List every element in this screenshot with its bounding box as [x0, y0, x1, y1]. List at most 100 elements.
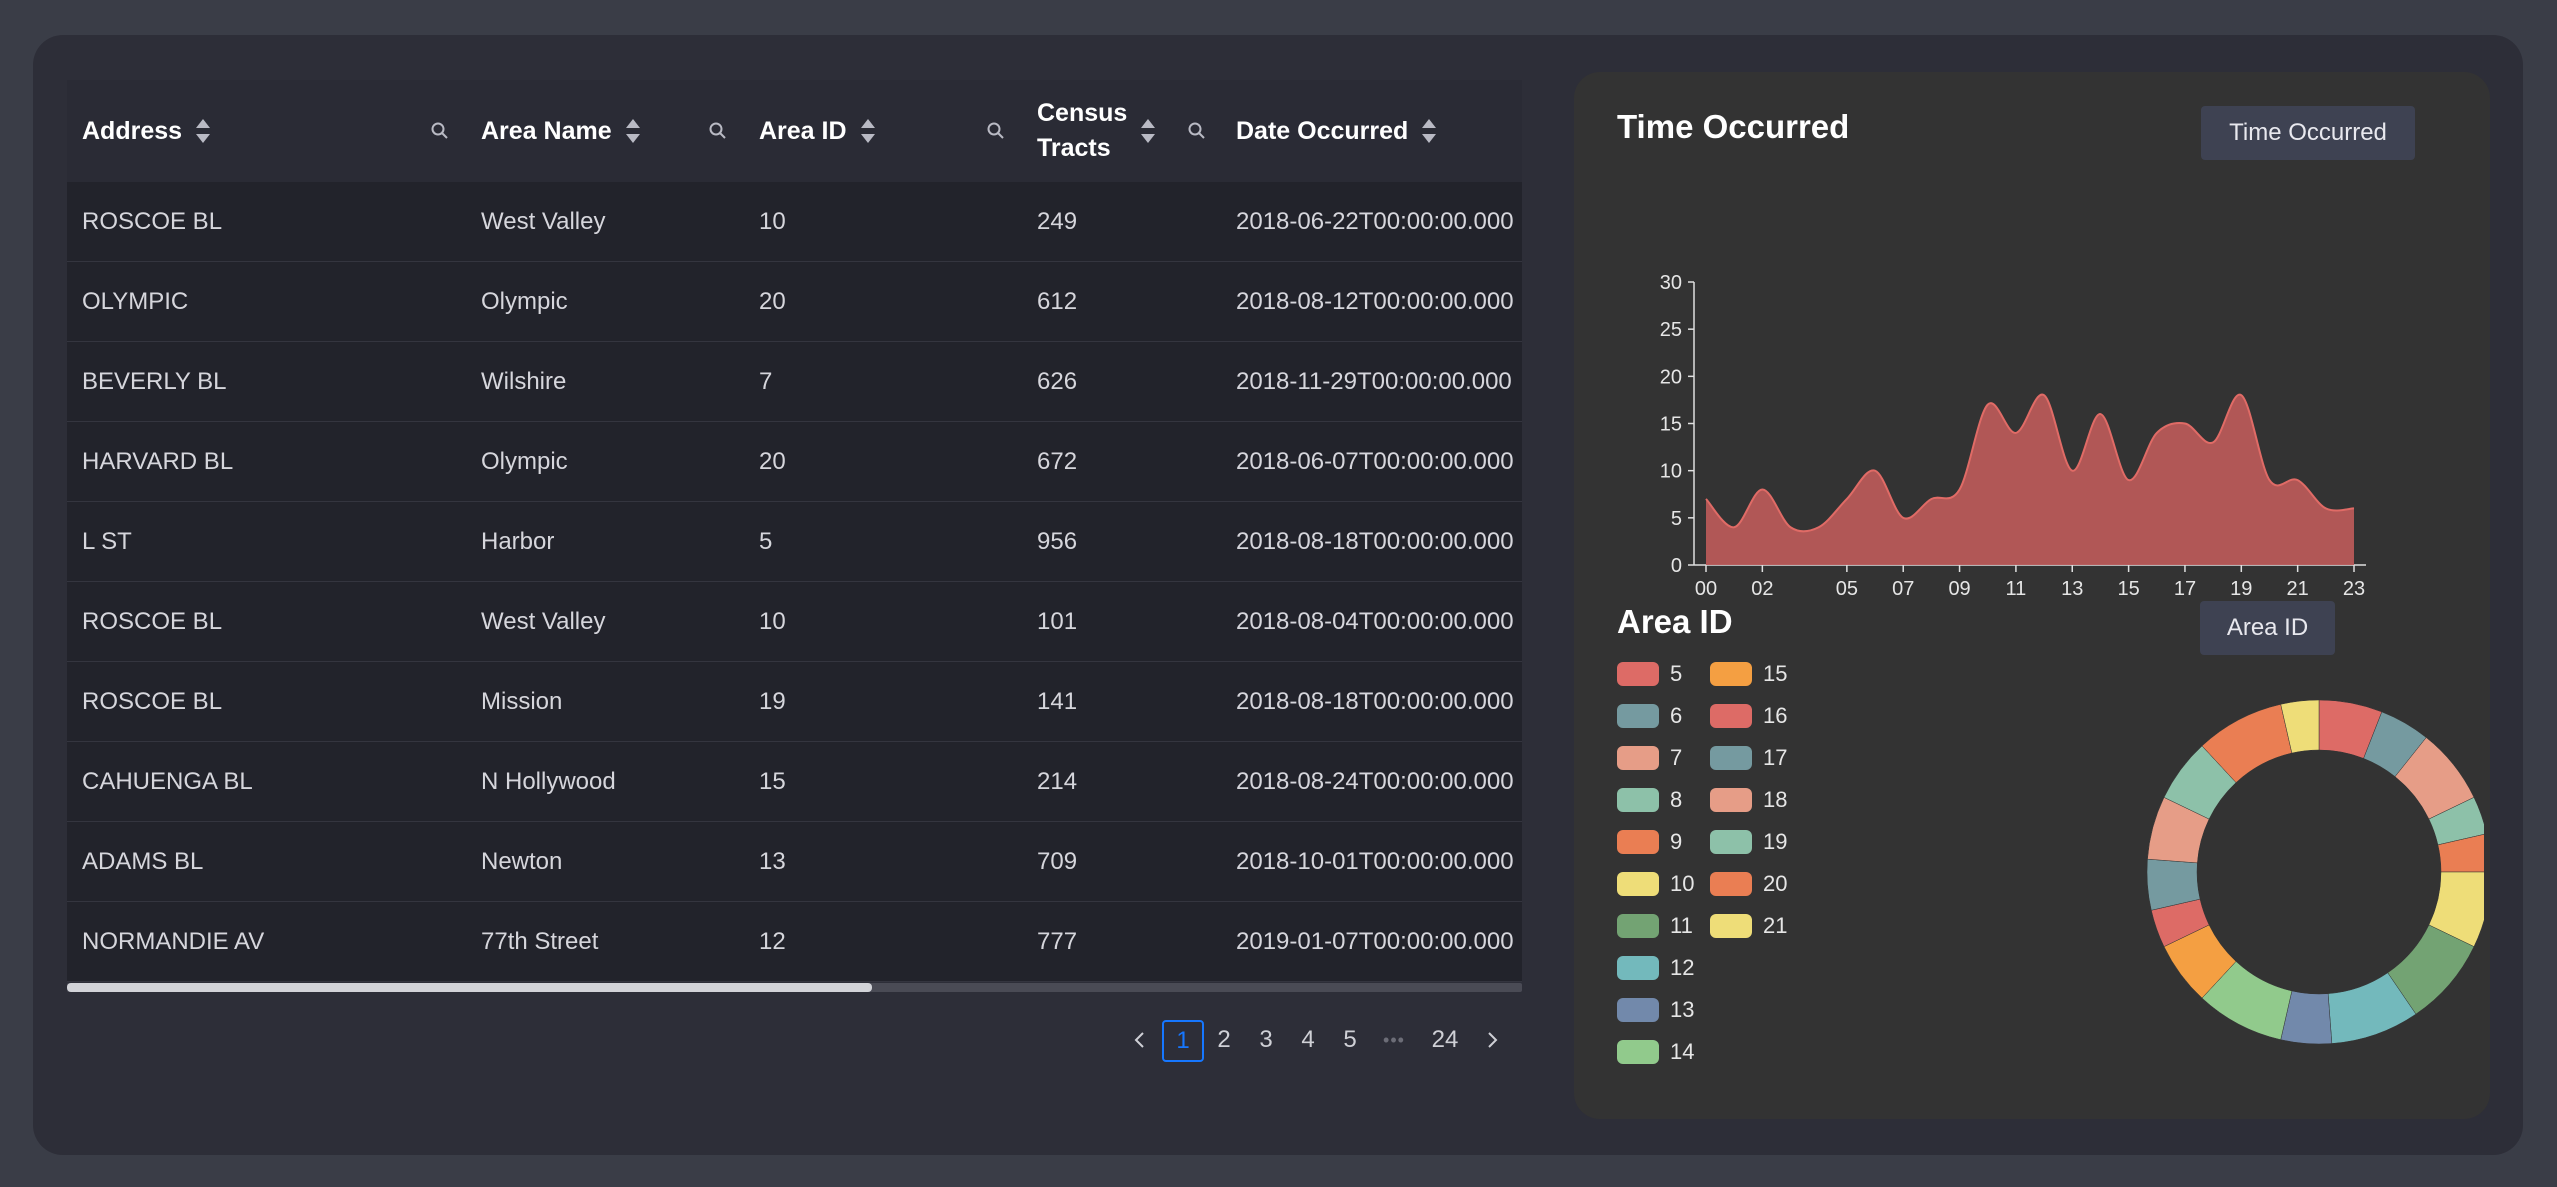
legend-label: 13: [1670, 997, 1695, 1022]
legend-swatch: [1617, 1040, 1659, 1064]
legend-item[interactable]: 8: [1617, 786, 1682, 814]
legend-item[interactable]: 21: [1710, 912, 1787, 940]
legend-swatch: [1617, 830, 1659, 854]
legend-item[interactable]: 7: [1617, 744, 1682, 772]
cell-area-name: Mission: [481, 688, 563, 715]
legend-item[interactable]: 6: [1617, 702, 1682, 730]
table-row[interactable]: OLYMPIC Olympic 20 612 2018-08-12T00:00:…: [67, 262, 1522, 342]
legend-label: 10: [1670, 871, 1695, 896]
cell-date-occurred: 2018-08-24T00:00:00.000: [1236, 768, 1514, 795]
cell-date-occurred: 2019-01-07T00:00:00.000: [1236, 928, 1514, 955]
table-row[interactable]: CAHUENGA BL N Hollywood 15 214 2018-08-2…: [67, 742, 1522, 822]
column-label: Date Occurred: [1236, 116, 1409, 145]
time-chart-title: Time Occurred: [1617, 108, 1850, 145]
legend-item[interactable]: 11: [1617, 912, 1693, 940]
cell-area-name: N Hollywood: [481, 768, 616, 795]
horizontal-scrollbar[interactable]: [67, 983, 1522, 992]
filter-search-icon[interactable]: [425, 80, 455, 182]
legend-item[interactable]: 20: [1710, 870, 1787, 898]
cell-date-occurred: 2018-10-01T00:00:00.000: [1236, 848, 1514, 875]
cell-area-name: West Valley: [481, 608, 606, 635]
legend-swatch: [1710, 746, 1752, 770]
column-header-date-occurred[interactable]: Date Occurred: [1236, 80, 1437, 182]
legend-swatch: [1710, 914, 1752, 938]
column-label: Address: [82, 116, 183, 145]
legend-swatch: [1617, 704, 1659, 728]
x-tick-label: 05: [1836, 578, 1858, 600]
cell-area-id: 10: [759, 608, 786, 635]
time-occurred-button[interactable]: Time Occurred: [2201, 106, 2415, 160]
x-tick-label: 17: [2174, 578, 2196, 600]
sort-icon[interactable]: [1141, 118, 1155, 144]
cell-area-id: 20: [759, 288, 786, 315]
cell-address: ROSCOE BL: [82, 608, 223, 635]
cell-area-id: 20: [759, 448, 786, 475]
filter-search-icon[interactable]: [1182, 80, 1212, 182]
filter-search-icon[interactable]: [703, 80, 733, 182]
cell-area-name: 77th Street: [481, 928, 599, 955]
table-row[interactable]: ROSCOE BL West Valley 10 101 2018-08-04T…: [67, 582, 1522, 662]
legend-label: 18: [1763, 787, 1788, 812]
legend-label: 19: [1763, 829, 1788, 854]
cell-date-occurred: 2018-08-12T00:00:00.000: [1236, 288, 1514, 315]
column-header-census-tracts[interactable]: Census Tracts: [1037, 80, 1155, 182]
legend-label: 5: [1670, 661, 1683, 686]
cell-census-tracts: 709: [1037, 848, 1078, 875]
legend-item[interactable]: 12: [1617, 954, 1694, 982]
legend-item[interactable]: 18: [1710, 786, 1787, 814]
chevron-left-icon[interactable]: [1120, 1020, 1160, 1060]
page-1-button[interactable]: 1: [1162, 1020, 1204, 1062]
legend-item[interactable]: 17: [1710, 744, 1787, 772]
legend-swatch: [1617, 872, 1659, 896]
table-row[interactable]: ROSCOE BL West Valley 10 249 2018-06-22T…: [67, 182, 1522, 262]
legend-item[interactable]: 14: [1617, 1038, 1694, 1066]
table-row[interactable]: HARVARD BL Olympic 20 672 2018-06-07T00:…: [67, 422, 1522, 502]
legend-item[interactable]: 9: [1617, 828, 1682, 856]
sort-icon[interactable]: [196, 118, 211, 144]
legend-label: 21: [1763, 913, 1788, 938]
sort-icon[interactable]: [1422, 118, 1437, 144]
legend-label: 14: [1670, 1039, 1695, 1064]
column-header-area-name[interactable]: Area Name: [481, 80, 640, 182]
table-row[interactable]: ROSCOE BL Mission 19 141 2018-08-18T00:0…: [67, 662, 1522, 742]
chevron-right-icon[interactable]: [1472, 1020, 1512, 1060]
table-row[interactable]: ADAMS BL Newton 13 709 2018-10-01T00:00:…: [67, 822, 1522, 902]
scrollbar-thumb[interactable]: [67, 983, 872, 992]
x-tick-label: 07: [1892, 578, 1914, 600]
page-24-button[interactable]: 24: [1420, 1020, 1470, 1060]
cell-address: ROSCOE BL: [82, 208, 223, 235]
cell-area-id: 15: [759, 768, 786, 795]
legend-item[interactable]: 19: [1710, 828, 1787, 856]
pagination-ellipsis[interactable]: •••: [1372, 1020, 1416, 1060]
filter-search-icon[interactable]: [981, 80, 1011, 182]
cell-census-tracts: 672: [1037, 448, 1078, 475]
area-fill: [1706, 394, 2354, 565]
column-header-address[interactable]: Address: [82, 80, 211, 182]
x-tick-label: 09: [1948, 578, 1970, 600]
cell-date-occurred: 2018-11-29T00:00:00.000: [1236, 368, 1512, 395]
legend-item[interactable]: 13: [1617, 996, 1694, 1024]
x-tick-label: 15: [2117, 578, 2139, 600]
cell-address: ROSCOE BL: [82, 688, 223, 715]
page-3-button[interactable]: 3: [1246, 1020, 1286, 1060]
cell-date-occurred: 2018-06-07T00:00:00.000: [1236, 448, 1514, 475]
page-4-button[interactable]: 4: [1288, 1020, 1328, 1060]
legend-item[interactable]: 10: [1617, 870, 1694, 898]
table-row[interactable]: L ST Harbor 5 956 2018-08-18T00:00:00.00…: [67, 502, 1522, 582]
y-tick-label: 10: [1660, 461, 1682, 483]
cell-area-name: Olympic: [481, 288, 568, 315]
sort-icon[interactable]: [625, 118, 640, 144]
table-row[interactable]: BEVERLY BL Wilshire 7 626 2018-11-29T00:…: [67, 342, 1522, 422]
legend-item[interactable]: 15: [1710, 660, 1787, 688]
legend-swatch: [1617, 956, 1659, 980]
column-header-area-id[interactable]: Area ID: [759, 80, 875, 182]
y-tick-label: 20: [1660, 366, 1682, 388]
table-row[interactable]: NORMANDIE AV 77th Street 12 777 2019-01-…: [67, 902, 1522, 982]
legend-item[interactable]: 16: [1710, 702, 1787, 730]
page-2-button[interactable]: 2: [1204, 1020, 1244, 1060]
legend-item[interactable]: 5: [1617, 660, 1682, 688]
sort-icon[interactable]: [860, 118, 875, 144]
data-table: Address Area Name Area ID Census Tracts: [67, 80, 1522, 992]
cell-address: ADAMS BL: [82, 848, 204, 875]
page-5-button[interactable]: 5: [1330, 1020, 1370, 1060]
